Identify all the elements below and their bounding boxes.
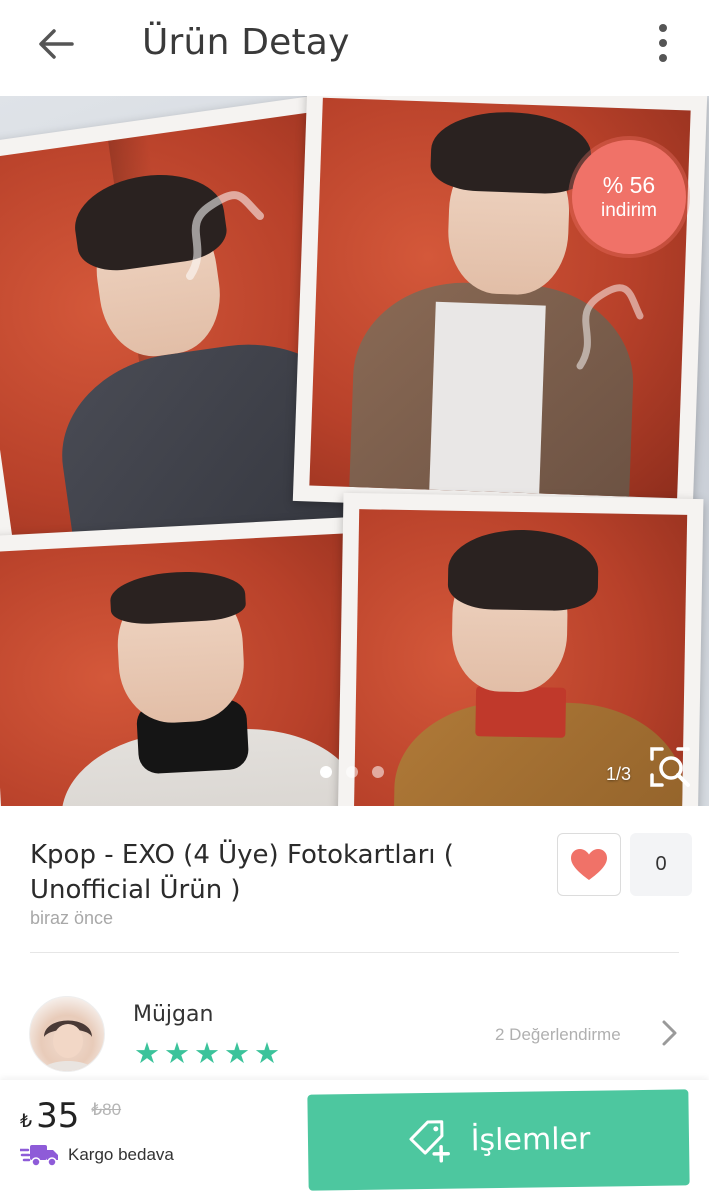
star-icon: ★ [164, 1038, 190, 1070]
carousel-indicators [320, 766, 384, 778]
more-vertical-icon [659, 24, 667, 32]
chevron-right-icon [662, 1020, 677, 1046]
truck-icon [20, 1145, 58, 1167]
steam-decoration-2 [576, 284, 644, 370]
discount-percent: % 56 [602, 172, 656, 198]
product-title: Kpop - EXO (4 Üye) Fotokartları ( Unoffi… [30, 840, 454, 905]
tag-add-icon [409, 1120, 450, 1163]
discount-badge: % 56 indirim [572, 140, 686, 254]
favorite-button[interactable] [557, 833, 621, 896]
back-button[interactable] [28, 20, 84, 68]
actions-label: İşlemler [470, 1121, 591, 1158]
seller-rating: ★ ★ ★ ★ ★ [134, 1039, 280, 1069]
reviews-count: 2 Değerlendirme [495, 1025, 621, 1044]
price: 35 [36, 1096, 80, 1136]
carousel-dot-2[interactable] [346, 766, 358, 778]
old-price: ₺80 [91, 1100, 122, 1119]
star-icon: ★ [134, 1038, 160, 1070]
carousel-dot-1[interactable] [320, 766, 332, 778]
more-options-button[interactable] [643, 18, 683, 68]
star-icon: ★ [224, 1038, 250, 1070]
shipping-label: Kargo bedava [68, 1145, 174, 1164]
currency-symbol: ₺ [20, 1111, 33, 1132]
actions-button[interactable]: İşlemler [307, 1089, 690, 1191]
shipping-info: Kargo bedava [20, 1142, 174, 1168]
image-counter: 1/3 [606, 764, 632, 784]
zoom-button[interactable] [648, 745, 692, 789]
app-header: Ürün Detay [0, 0, 709, 96]
star-icon: ★ [254, 1038, 280, 1070]
divider [30, 952, 679, 953]
page-title: Ürün Detay [142, 22, 350, 63]
carousel-dot-3[interactable] [372, 766, 384, 778]
posted-time: biraz önce [30, 908, 114, 928]
star-icon: ★ [194, 1038, 220, 1070]
avatar[interactable] [29, 996, 105, 1072]
discount-label: indirim [601, 200, 657, 221]
bottom-action-bar: ₺ 35 ₺80 Kargo bedava İşlemler [0, 1080, 709, 1200]
seller-name: Müjgan [133, 1002, 214, 1027]
steam-decoration [186, 191, 264, 280]
favorite-count: 0 [630, 833, 692, 896]
heart-icon [571, 848, 607, 880]
zoom-search-icon [650, 747, 690, 787]
seller-row[interactable]: Müjgan ★ ★ ★ ★ ★ 2 Değerlendirme [0, 985, 709, 1080]
price-block: ₺ 35 ₺80 [20, 1096, 121, 1136]
arrow-left-icon [39, 29, 74, 59]
